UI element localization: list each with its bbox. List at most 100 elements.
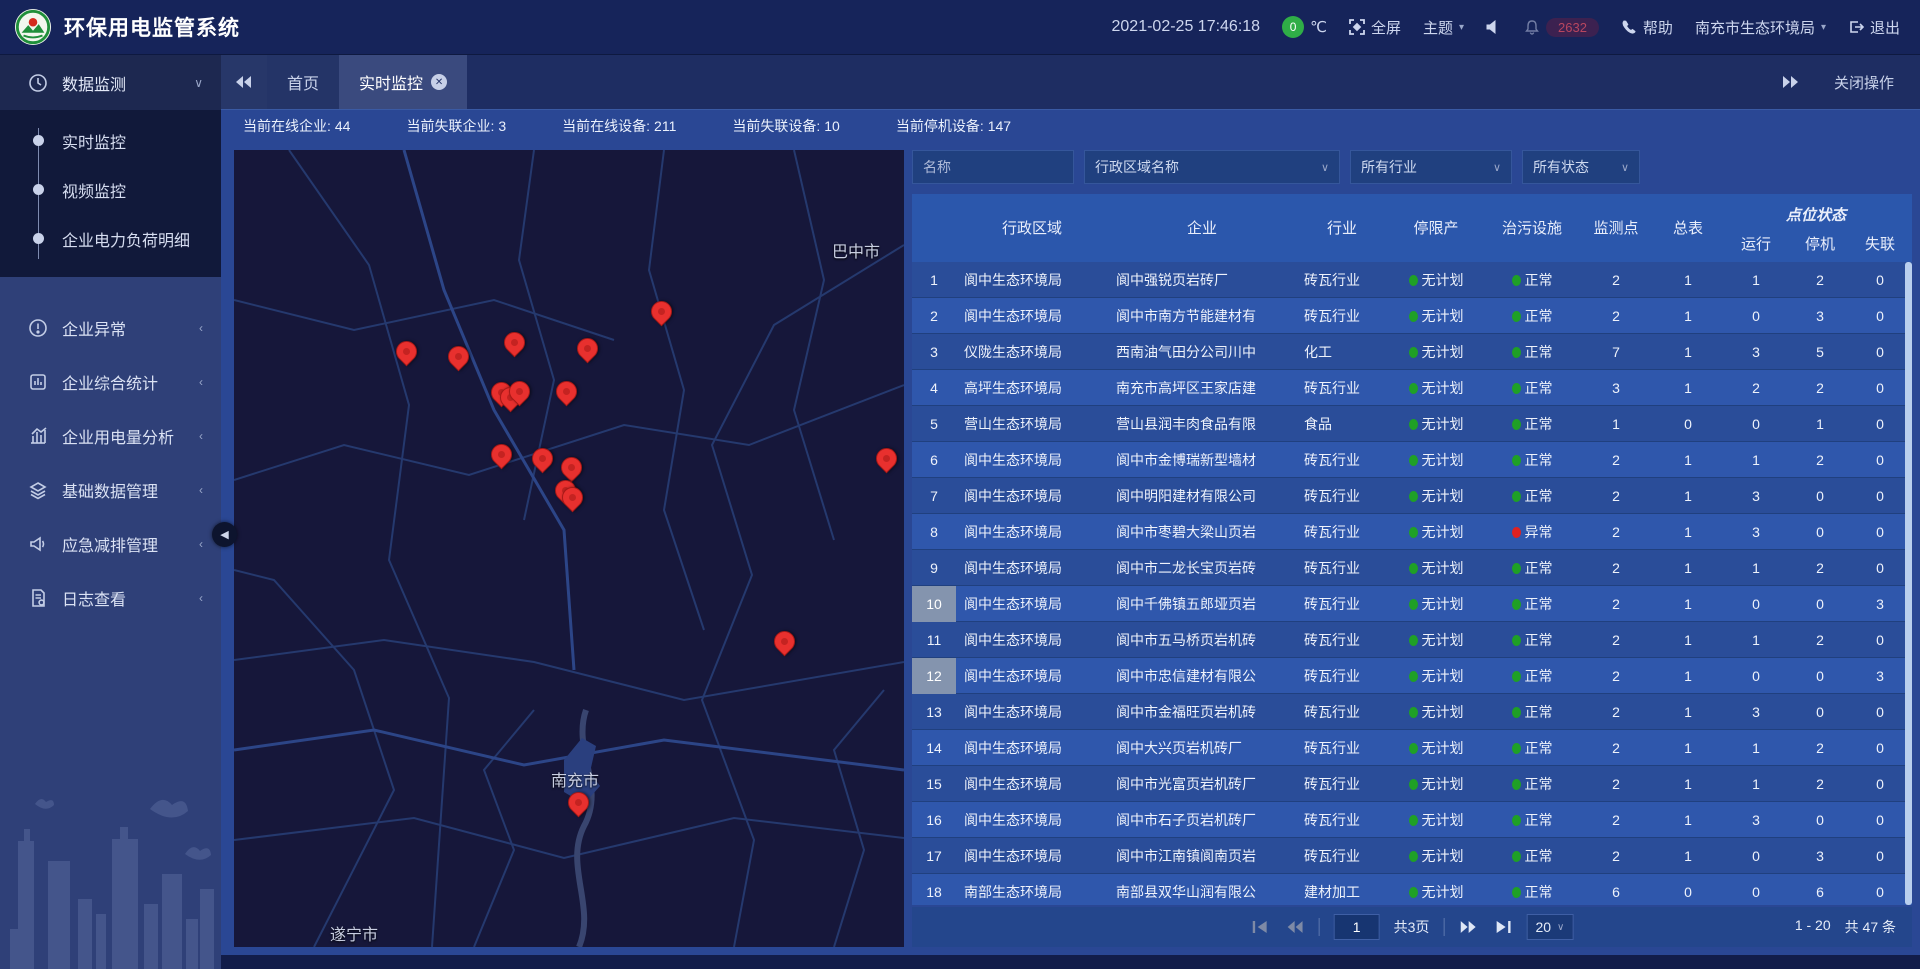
sidebar-item-log-view[interactable]: 日志查看 ‹ bbox=[0, 571, 221, 625]
table-row[interactable]: 6阆中生态环境局阆中市金博瑞新型墙材砖瓦行业无计划正常21120 bbox=[912, 442, 1912, 478]
cell-industry: 砖瓦行业 bbox=[1296, 270, 1388, 290]
status-dot bbox=[1512, 887, 1521, 898]
prev-page-button[interactable] bbox=[1285, 919, 1305, 935]
cell-company: 阆中市五马桥页岩机砖 bbox=[1108, 630, 1296, 650]
cell-region: 阆中生态环境局 bbox=[956, 522, 1108, 542]
cell-lost-count: 3 bbox=[1852, 668, 1908, 684]
sidebar-item-realtime-monitoring[interactable]: 实时监控 bbox=[0, 116, 221, 165]
map-city-label: 巴中市 bbox=[832, 238, 880, 262]
row-number: 15 bbox=[912, 766, 956, 802]
cell-industry: 食品 bbox=[1296, 414, 1388, 434]
cell-run-count: 1 bbox=[1724, 560, 1788, 576]
cell-monitor-count: 2 bbox=[1580, 308, 1652, 324]
sidebar-item-label: 基础数据管理 bbox=[62, 478, 199, 502]
cell-total-meter: 1 bbox=[1652, 740, 1724, 756]
work-area: 巴中市南充市遂宁市 行政区域名称 ∨ 所有行业 ∨ 所有状态 ∨ 行政区域 企业… bbox=[221, 142, 1920, 955]
tab-realtime-monitoring[interactable]: 实时监控 ✕ bbox=[339, 55, 467, 109]
tab-home[interactable]: 首页 bbox=[267, 55, 339, 109]
cell-monitor-count: 2 bbox=[1580, 524, 1652, 540]
cell-industry: 砖瓦行业 bbox=[1296, 306, 1388, 326]
sidebar-item-video-monitoring[interactable]: 视频监控 bbox=[0, 165, 221, 214]
cell-lost-count: 0 bbox=[1852, 416, 1908, 432]
temperature: 0 ℃ bbox=[1282, 16, 1327, 38]
cell-facility-status: 正常 bbox=[1484, 774, 1580, 794]
theme-dropdown[interactable]: 主题 ▾ bbox=[1423, 17, 1464, 38]
table-row[interactable]: 13阆中生态环境局阆中市金福旺页岩机砖砖瓦行业无计划正常21300 bbox=[912, 694, 1912, 730]
name-filter-input[interactable] bbox=[912, 150, 1074, 184]
row-number: 9 bbox=[912, 550, 956, 586]
table-row[interactable]: 2阆中生态环境局阆中市南方节能建材有砖瓦行业无计划正常21030 bbox=[912, 298, 1912, 334]
map-panel[interactable]: 巴中市南充市遂宁市 bbox=[234, 150, 904, 947]
page-size-select[interactable]: 20 ∨ bbox=[1526, 914, 1573, 940]
cell-stop-limit: 无计划 bbox=[1388, 882, 1484, 902]
logout-button[interactable]: 退出 bbox=[1848, 17, 1900, 38]
fullscreen-button[interactable]: 全屏 bbox=[1349, 17, 1401, 38]
last-page-button[interactable] bbox=[1492, 919, 1512, 935]
status-dot bbox=[1512, 491, 1521, 502]
cell-industry: 砖瓦行业 bbox=[1296, 594, 1388, 614]
table-row[interactable]: 3仪陇生态环境局西南油气田分公司川中化工无计划正常71350 bbox=[912, 334, 1912, 370]
alert-circle-icon bbox=[28, 318, 48, 338]
sidebar-item-enterprise-abnormal[interactable]: 企业异常 ‹ bbox=[0, 301, 221, 355]
cell-company: 阆中市江南镇阆南页岩 bbox=[1108, 846, 1296, 866]
help-button[interactable]: 帮助 bbox=[1621, 17, 1673, 38]
sidebar-item-base-data[interactable]: 基础数据管理 ‹ bbox=[0, 463, 221, 517]
app-title: 环保用电监管系统 bbox=[64, 12, 240, 42]
table-row[interactable]: 9阆中生态环境局阆中市二龙长宝页岩砖砖瓦行业无计划正常21120 bbox=[912, 550, 1912, 586]
status-dot-green bbox=[1409, 887, 1418, 898]
tab-close-icon[interactable]: ✕ bbox=[431, 74, 447, 90]
sidebar-item-data-monitoring[interactable]: 数据监测 ∨ bbox=[0, 55, 221, 110]
region-filter-select[interactable]: 行政区域名称 ∨ bbox=[1084, 150, 1340, 184]
cell-lost-count: 0 bbox=[1852, 776, 1908, 792]
app-logo bbox=[14, 8, 52, 46]
table-scrollbar[interactable] bbox=[1905, 262, 1912, 905]
status-filter-select[interactable]: 所有状态 ∨ bbox=[1522, 150, 1640, 184]
notifications[interactable]: 2632 bbox=[1524, 18, 1599, 37]
cell-region: 南部生态环境局 bbox=[956, 882, 1108, 902]
next-page-button[interactable] bbox=[1458, 919, 1478, 935]
table-row[interactable]: 7阆中生态环境局阆中明阳建材有限公司砖瓦行业无计划正常21300 bbox=[912, 478, 1912, 514]
sidebar-item-enterprise-statistics[interactable]: 企业综合统计 ‹ bbox=[0, 355, 221, 409]
table-row[interactable]: 17阆中生态环境局阆中市江南镇阆南页岩砖瓦行业无计划正常21030 bbox=[912, 838, 1912, 874]
industry-filter-select[interactable]: 所有行业 ∨ bbox=[1350, 150, 1512, 184]
table-row[interactable]: 12阆中生态环境局阆中市忠信建材有限公砖瓦行业无计划正常21003 bbox=[912, 658, 1912, 694]
cell-stop-limit: 无计划 bbox=[1388, 702, 1484, 722]
page-number-input[interactable] bbox=[1334, 914, 1380, 940]
first-page-button[interactable] bbox=[1251, 919, 1271, 935]
org-dropdown[interactable]: 南充市生态环境局 ▾ bbox=[1695, 17, 1826, 38]
table-row[interactable]: 14阆中生态环境局阆中大兴页岩机砖厂砖瓦行业无计划正常21120 bbox=[912, 730, 1912, 766]
stat-lost-devices: 当前失联设备:10 bbox=[732, 116, 839, 136]
cell-stop-limit: 无计划 bbox=[1388, 342, 1484, 362]
cell-total-meter: 1 bbox=[1652, 560, 1724, 576]
sidebar-item-emergency-reduction[interactable]: 应急减排管理 ‹ bbox=[0, 517, 221, 571]
cell-industry: 砖瓦行业 bbox=[1296, 738, 1388, 758]
cell-run-count: 2 bbox=[1724, 380, 1788, 396]
cell-total-meter: 1 bbox=[1652, 776, 1724, 792]
row-number: 10 bbox=[912, 586, 956, 622]
tabs-scroll-left-button[interactable] bbox=[221, 55, 267, 109]
sound-button[interactable] bbox=[1486, 19, 1502, 35]
close-operations-button[interactable]: 关闭操作 bbox=[1834, 72, 1894, 93]
cell-company: 阆中千佛镇五郎垭页岩 bbox=[1108, 594, 1296, 614]
chevron-down-icon: ∨ bbox=[1621, 161, 1629, 174]
status-dot-green bbox=[1409, 491, 1418, 502]
table-row[interactable]: 5营山生态环境局营山县润丰肉食品有限食品无计划正常10010 bbox=[912, 406, 1912, 442]
sidebar-item-power-load-detail[interactable]: 企业电力负荷明细 bbox=[0, 214, 221, 263]
double-right-icon[interactable] bbox=[1782, 76, 1798, 88]
table-row[interactable]: 1阆中生态环境局阆中强锐页岩砖厂砖瓦行业无计划正常21120 bbox=[912, 262, 1912, 298]
table-row[interactable]: 18南部生态环境局南部县双华山润有限公建材加工无计划正常60060 bbox=[912, 874, 1912, 905]
row-number: 13 bbox=[912, 694, 956, 730]
table-row[interactable]: 4高坪生态环境局南充市高坪区王家店建砖瓦行业无计划正常31220 bbox=[912, 370, 1912, 406]
cell-stop-limit: 无计划 bbox=[1388, 270, 1484, 290]
status-dot-green bbox=[1409, 779, 1418, 790]
table-row[interactable]: 10阆中生态环境局阆中千佛镇五郎垭页岩砖瓦行业无计划正常21003 bbox=[912, 586, 1912, 622]
chevron-down-icon: ▾ bbox=[1459, 22, 1464, 33]
cell-halt-count: 3 bbox=[1788, 848, 1852, 864]
sidebar-item-power-analysis[interactable]: 企业用电量分析 ‹ bbox=[0, 409, 221, 463]
table-row[interactable]: 11阆中生态环境局阆中市五马桥页岩机砖砖瓦行业无计划正常21120 bbox=[912, 622, 1912, 658]
cell-lost-count: 0 bbox=[1852, 488, 1908, 504]
table-row[interactable]: 16阆中生态环境局阆中市石子页岩机砖厂砖瓦行业无计划正常21300 bbox=[912, 802, 1912, 838]
table-row[interactable]: 8阆中生态环境局阆中市枣碧大梁山页岩砖瓦行业无计划异常21300 bbox=[912, 514, 1912, 550]
sidebar-collapse-button[interactable]: ◀ bbox=[212, 522, 237, 547]
table-row[interactable]: 15阆中生态环境局阆中市光富页岩机砖厂砖瓦行业无计划正常21120 bbox=[912, 766, 1912, 802]
